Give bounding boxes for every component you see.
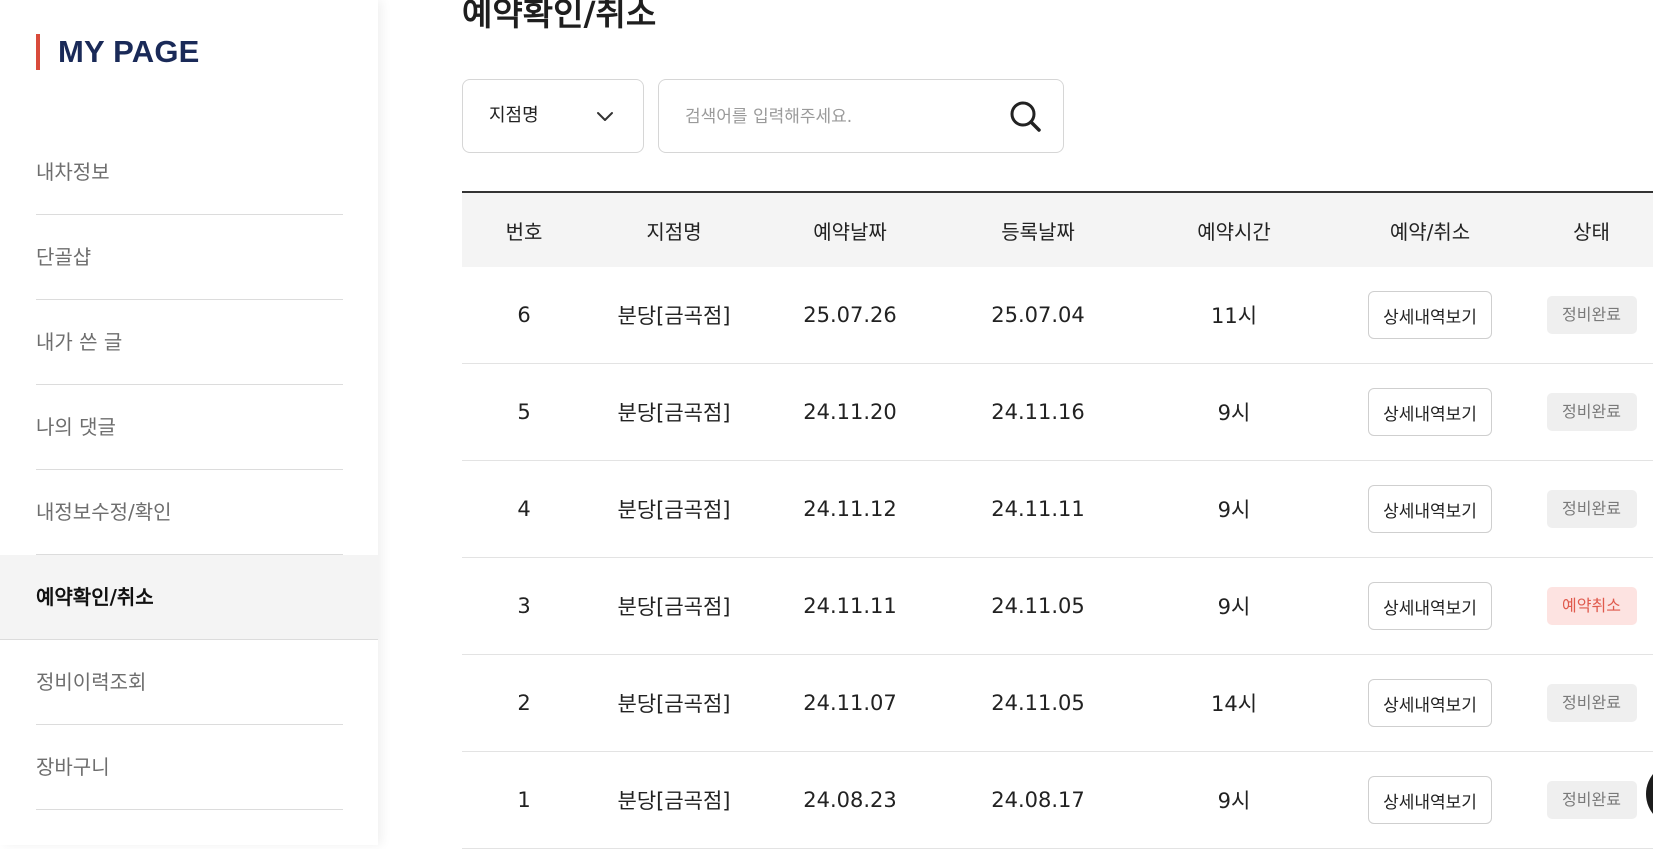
sidebar-item-cart[interactable]: 장바구니 [0,725,378,810]
status-badge: 정비완료 [1546,684,1637,722]
sidebar-item-label: 내차정보 [36,160,110,184]
cell-reserve-time: 9시 [1217,789,1251,813]
cell-status: 정비완료 [1530,461,1653,557]
view-details-button[interactable]: 상세내역보기 [1368,679,1492,727]
header-action: 예약/취소 [1389,219,1471,244]
cell-branch: 분당[금곡점] [617,498,731,522]
sidebar-item-my-car[interactable]: 내차정보 [0,130,378,215]
cell-reserve-time: 9시 [1217,401,1251,425]
sidebar-item-label: 단골샵 [36,245,92,269]
status-badge: 정비완료 [1546,296,1637,334]
status-badge: 정비완료 [1546,393,1637,431]
cell-register-date: 24.11.05 [991,691,1085,715]
cell-branch: 분당[금곡점] [617,304,731,328]
sidebar-item-favorite-shop[interactable]: 단골샵 [0,215,378,300]
cell-register-date: 25.07.04 [991,303,1085,327]
table-row: 2 분당[금곡점] 24.11.07 24.11.05 14시 상세내역보기 정… [462,655,1653,752]
view-details-button[interactable]: 상세내역보기 [1368,485,1492,533]
sidebar-item-my-posts[interactable]: 내가 쓴 글 [0,300,378,385]
sidebar-nav: 내차정보 단골샵 내가 쓴 글 나의 댓글 내정보수정/확인 예약확인/취소 정… [0,130,378,810]
cell-reserve-time: 14시 [1210,692,1258,716]
cell-no: 2 [517,691,531,715]
cell-status: 정비완료 [1530,752,1653,848]
cell-status: 정비완료 [1530,655,1653,751]
table-row: 1 분당[금곡점] 24.08.23 24.08.17 9시 상세내역보기 정비… [462,752,1653,849]
cell-branch: 분당[금곡점] [617,401,731,425]
cell-reserve-time: 9시 [1217,498,1251,522]
cell-action: 상세내역보기 [1330,267,1530,363]
cell-register-date: 24.08.17 [991,788,1085,812]
sidebar-item-maintenance-history[interactable]: 정비이력조회 [0,640,378,725]
reservation-table: 번호 지점명 예약날짜 등록날짜 예약시간 예약/취소 상태 6 분당[금곡점]… [462,191,1653,849]
header-register-date: 등록날짜 [1001,219,1075,244]
table-row: 5 분당[금곡점] 24.11.20 24.11.16 9시 상세내역보기 정비… [462,364,1653,461]
cell-register-date: 24.11.11 [991,497,1085,521]
view-details-button[interactable]: 상세내역보기 [1368,291,1492,339]
cell-reserve-date: 24.11.07 [803,691,897,715]
status-badge: 정비완료 [1546,490,1637,528]
header-no: 번호 [505,219,543,244]
cell-reserve-time: 9시 [1217,595,1251,619]
chevron-down-icon [597,112,613,121]
status-badge: 정비완료 [1546,781,1637,819]
cell-action: 상세내역보기 [1330,461,1530,557]
branch-select[interactable]: 지점명 [462,79,644,153]
status-badge: 예약취소 [1546,587,1637,625]
sidebar-title: MY PAGE [36,34,200,70]
sidebar-item-my-comments[interactable]: 나의 댓글 [0,385,378,470]
table-row: 6 분당[금곡점] 25.07.26 25.07.04 11시 상세내역보기 정… [462,267,1653,364]
sidebar-item-label: 장바구니 [36,755,110,779]
cell-reserve-date: 24.08.23 [803,788,897,812]
header-reserve-time: 예약시간 [1197,219,1271,244]
cell-reserve-date: 25.07.26 [803,303,897,327]
cell-register-date: 24.11.16 [991,400,1085,424]
cell-no: 5 [517,400,531,424]
cell-branch: 분당[금곡점] [617,595,731,619]
sidebar-item-label: 나의 댓글 [36,415,116,439]
cell-no: 4 [517,497,531,521]
table-row: 4 분당[금곡점] 24.11.12 24.11.11 9시 상세내역보기 정비… [462,461,1653,558]
sidebar-item-label: 내가 쓴 글 [36,330,123,354]
cell-no: 1 [517,788,531,812]
cell-action: 상세내역보기 [1330,655,1530,751]
cell-status: 정비완료 [1530,364,1653,460]
header-status: 상태 [1573,219,1610,244]
header-reserve-date: 예약날짜 [813,219,887,244]
cell-action: 상세내역보기 [1330,364,1530,460]
cell-branch: 분당[금곡점] [617,789,731,813]
page-title: 예약확인/취소 [462,0,657,33]
sidebar-item-label: 내정보수정/확인 [36,500,172,524]
search-input[interactable] [683,98,987,136]
branch-select-value: 지점명 [489,105,539,126]
header-branch: 지점명 [646,219,702,244]
cell-no: 6 [517,303,531,327]
cell-reserve-date: 24.11.11 [803,594,897,618]
view-details-button[interactable]: 상세내역보기 [1368,388,1492,436]
table-row: 3 분당[금곡점] 24.11.11 24.11.05 9시 상세내역보기 예약… [462,558,1653,655]
cell-status: 예약취소 [1530,558,1653,654]
cell-reserve-date: 24.11.12 [803,497,897,521]
sidebar-item-label: 예약확인/취소 [36,585,154,609]
search-box [658,79,1064,153]
view-details-button[interactable]: 상세내역보기 [1368,582,1492,630]
cell-action: 상세내역보기 [1330,558,1530,654]
cell-status: 정비완료 [1530,267,1653,363]
sidebar-item-edit-profile[interactable]: 내정보수정/확인 [0,470,378,555]
cell-action: 상세내역보기 [1330,752,1530,848]
cell-register-date: 24.11.05 [991,594,1085,618]
cell-branch: 분당[금곡점] [617,692,731,716]
divider [36,809,343,810]
sidebar-item-reservations[interactable]: 예약확인/취소 [0,555,378,640]
view-details-button[interactable]: 상세내역보기 [1368,776,1492,824]
sidebar-item-label: 정비이력조회 [36,670,147,694]
cell-reserve-time: 11시 [1210,304,1258,328]
table-header: 번호 지점명 예약날짜 등록날짜 예약시간 예약/취소 상태 [462,191,1653,267]
cell-no: 3 [517,594,531,618]
sidebar: MY PAGE 내차정보 단골샵 내가 쓴 글 나의 댓글 내정보수정/확인 예… [0,0,378,845]
cell-reserve-date: 24.11.20 [803,400,897,424]
search-icon[interactable] [1007,98,1043,134]
